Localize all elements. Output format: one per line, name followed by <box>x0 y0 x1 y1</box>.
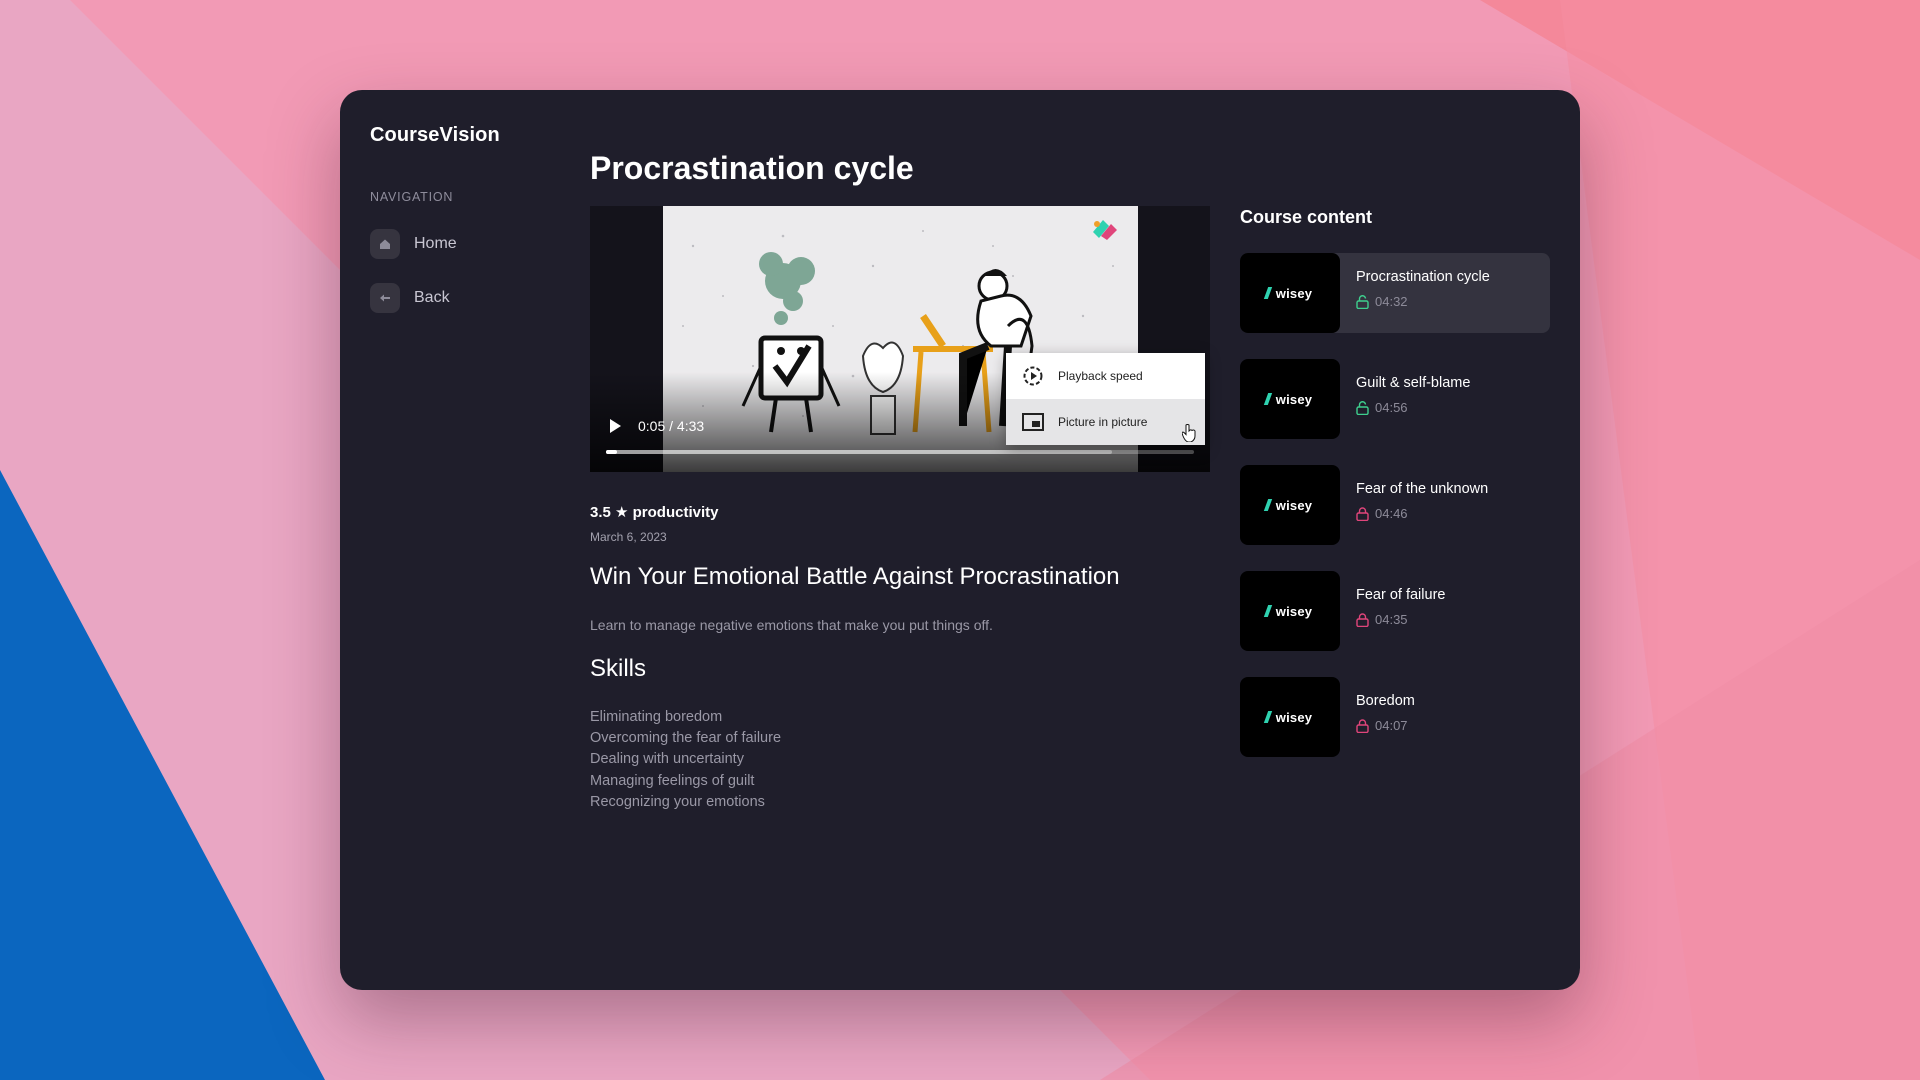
app-window: CourseVision NAVIGATION Home Back Procra… <box>340 90 1580 990</box>
lesson-thumbnail: wisey <box>1240 359 1340 439</box>
video-options-menu: Playback speed Picture in picture <box>1006 353 1205 445</box>
lesson-duration: 04:46 <box>1356 506 1408 521</box>
menu-playback-speed-label: Playback speed <box>1058 369 1143 383</box>
skills-list: Eliminating boredom Overcoming the fear … <box>590 707 781 813</box>
menu-playback-speed[interactable]: Playback speed <box>1006 353 1205 399</box>
lesson-duration-text: 04:46 <box>1375 506 1408 521</box>
menu-picture-in-picture[interactable]: Picture in picture <box>1006 399 1205 445</box>
unlock-icon <box>1356 294 1369 309</box>
lesson-thumbnail: wisey <box>1240 253 1340 333</box>
skill-item: Recognizing your emotions <box>590 793 765 810</box>
lesson-duration: 04:56 <box>1356 400 1408 415</box>
lesson-duration: 04:35 <box>1356 612 1408 627</box>
nav-home-label: Home <box>414 235 457 252</box>
lesson-title: Procrastination cycle <box>1356 269 1490 285</box>
lesson-duration-text: 04:56 <box>1375 400 1408 415</box>
lesson-title: Fear of the unknown <box>1356 481 1489 497</box>
course-description: Learn to manage negative emotions that m… <box>590 617 993 633</box>
wisey-logo: wisey <box>1268 710 1312 725</box>
skills-heading: Skills <box>590 655 647 682</box>
skill-item: Eliminating boredom <box>590 709 723 725</box>
course-content-heading: Course content <box>1240 207 1373 227</box>
publish-date: March 6, 2023 <box>590 530 667 544</box>
app-brand: CourseVision <box>370 124 500 146</box>
lesson-item[interactable]: wisey Boredom 04:07 <box>1240 677 1550 757</box>
lesson-item[interactable]: wisey Procrastination cycle 04:32 <box>1240 253 1550 333</box>
lesson-duration-text: 04:32 <box>1375 294 1408 309</box>
lesson-title: Boredom <box>1356 693 1415 709</box>
lock-icon <box>1356 718 1369 733</box>
video-progress-bar[interactable] <box>606 450 1194 454</box>
lesson-thumbnail: wisey <box>1240 571 1340 651</box>
nav-back-label: Back <box>414 289 450 306</box>
lesson-duration: 04:07 <box>1356 718 1408 733</box>
wisey-logo: wisey <box>1268 392 1312 407</box>
lesson-thumbnail: wisey <box>1240 465 1340 545</box>
lock-icon <box>1356 612 1369 627</box>
home-icon <box>370 229 400 259</box>
video-time: 0:05 / 4:33 <box>638 418 705 434</box>
lock-icon <box>1356 506 1369 521</box>
lesson-item[interactable]: wisey Guilt & self-blame 04:56 <box>1240 359 1550 439</box>
nav-home[interactable]: Home <box>370 228 457 260</box>
lesson-item[interactable]: wisey Fear of the unknown 04:46 <box>1240 465 1550 545</box>
video-buffer <box>606 450 1112 454</box>
wisey-logo: wisey <box>1268 498 1312 513</box>
menu-picture-in-picture-label: Picture in picture <box>1058 415 1148 429</box>
skill-item: Dealing with uncertainty <box>590 751 744 768</box>
skill-item: Overcoming the fear of failure <box>590 730 782 747</box>
page-title: Procrastination cycle <box>590 150 914 186</box>
wisey-logo: wisey <box>1268 286 1312 301</box>
nav-back[interactable]: Back <box>370 282 450 314</box>
course-title: Win Your Emotional Battle Against Procra… <box>590 563 1120 590</box>
lesson-duration-text: 04:07 <box>1375 718 1408 733</box>
lesson-duration: 04:32 <box>1356 294 1408 309</box>
skill-item: Managing feelings of guilt <box>590 772 755 789</box>
playback-speed-icon <box>1023 366 1043 386</box>
lesson-duration-text: 04:35 <box>1375 612 1408 627</box>
unlock-icon <box>1356 400 1369 415</box>
wisey-logo: wisey <box>1268 604 1312 619</box>
play-button[interactable] <box>608 418 622 439</box>
picture-in-picture-icon <box>1022 413 1044 431</box>
arrow-left-icon <box>370 283 400 313</box>
lesson-title: Fear of failure <box>1356 587 1446 603</box>
navigation-label: NAVIGATION <box>370 190 454 204</box>
lesson-title: Guilt & self-blame <box>1356 375 1471 391</box>
video-progress-fill <box>606 450 617 454</box>
rating-category: 3.5 ★ productivity <box>590 504 719 521</box>
lesson-item[interactable]: wisey Fear of failure 04:35 <box>1240 571 1550 651</box>
lesson-thumbnail: wisey <box>1240 677 1340 757</box>
hand-cursor-icon <box>1181 424 1196 447</box>
play-icon <box>610 419 621 433</box>
